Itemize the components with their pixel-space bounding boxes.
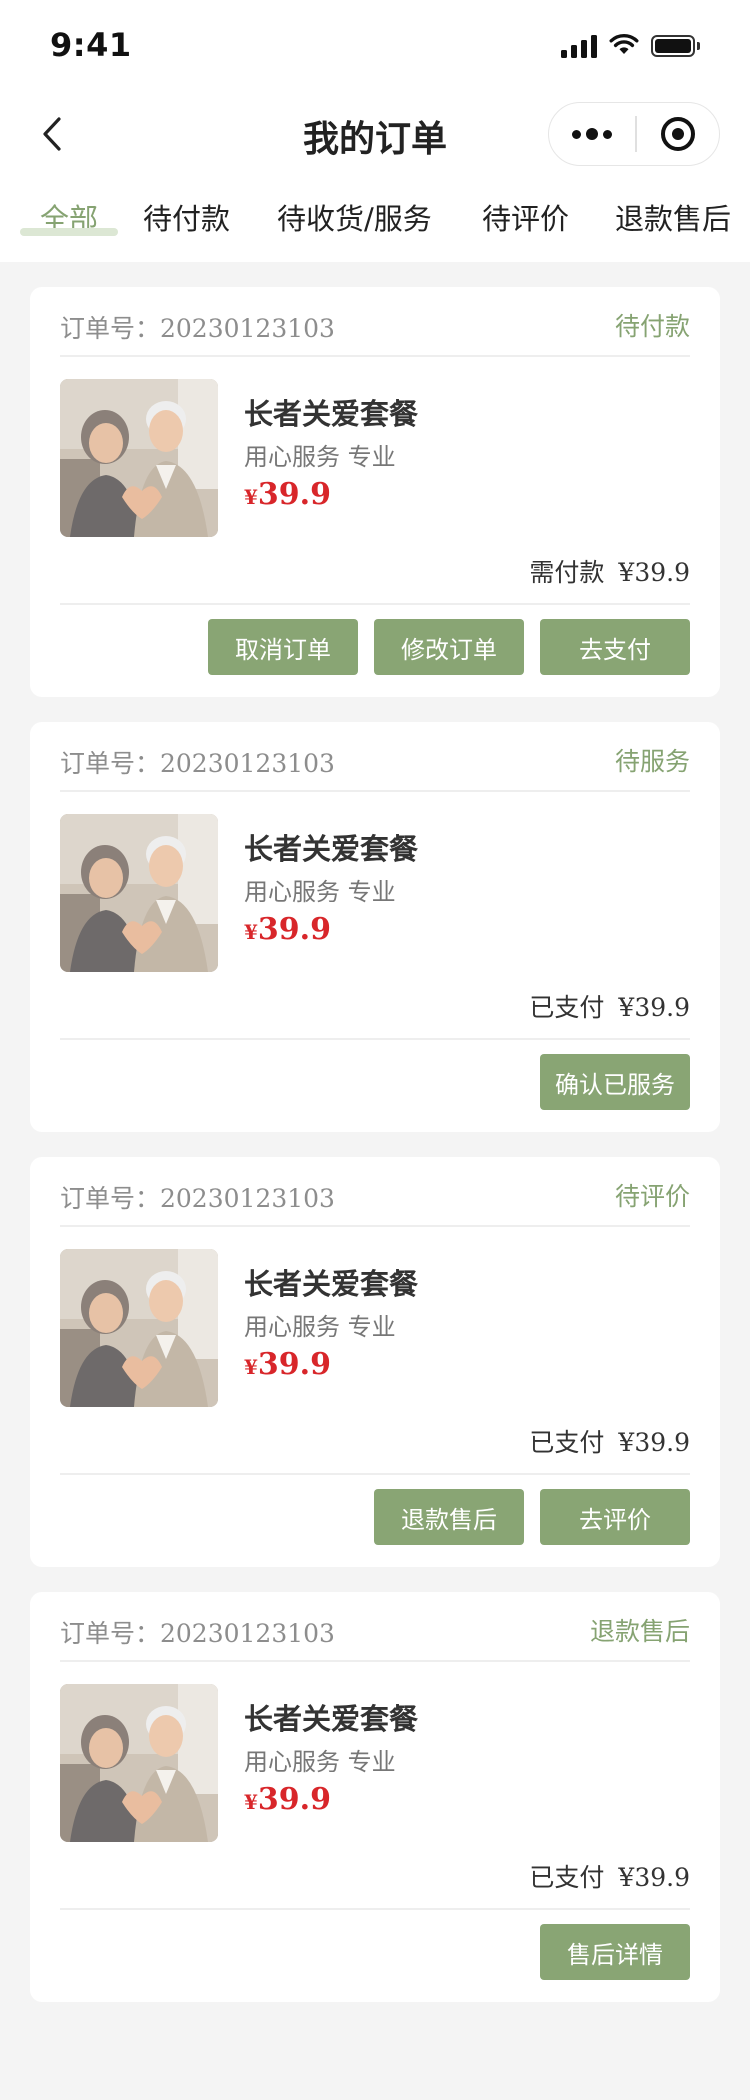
product-image[interactable] — [60, 814, 218, 972]
order-number: 订单号：20230123103 — [60, 749, 335, 778]
signal-icon — [561, 34, 597, 58]
product-name[interactable]: 长者关爱套餐 — [244, 826, 418, 868]
order-card[interactable]: 订单号：20230123103 待评价 长者关爱套餐 用心服务 专业 ¥39.9… — [30, 1157, 720, 1567]
battery-icon — [651, 35, 700, 57]
product-price: ¥39.9 — [244, 912, 331, 947]
product-description: 用心服务 专业 — [244, 443, 396, 471]
order-number: 订单号：20230123103 — [60, 1184, 335, 1213]
action-buttons: 取消订单 修改订单 去支付 — [208, 619, 690, 675]
tab-pending-delivery[interactable]: 待收货/服务 — [277, 196, 432, 238]
payment-summary: 已支付 ¥39.9 — [529, 988, 690, 1024]
order-action-button[interactable]: 售后详情 — [540, 1924, 690, 1980]
payment-summary: 已支付 ¥39.9 — [529, 1858, 690, 1894]
product-description: 用心服务 专业 — [244, 1313, 396, 1341]
product-price: ¥39.9 — [244, 477, 331, 512]
action-buttons: 售后详情 — [540, 1924, 690, 1980]
order-action-button[interactable]: 去支付 — [540, 619, 690, 675]
price-symbol: ¥ — [244, 485, 258, 509]
order-number: 订单号：20230123103 — [60, 1619, 335, 1648]
product-price: ¥39.9 — [244, 1782, 331, 1817]
order-card[interactable]: 订单号：20230123103 退款售后 长者关爱套餐 用心服务 专业 ¥39.… — [30, 1592, 720, 2002]
order-action-button[interactable]: 取消订单 — [208, 619, 358, 675]
card-divider — [60, 1038, 690, 1040]
payment-amount: ¥39.9 — [618, 993, 690, 1022]
order-card[interactable]: 订单号：20230123103 待服务 长者关爱套餐 用心服务 专业 ¥39.9… — [30, 722, 720, 1132]
payment-label: 需付款 — [529, 558, 605, 587]
wifi-icon — [609, 32, 639, 60]
tab-pending-review[interactable]: 待评价 — [482, 196, 569, 238]
payment-label: 已支付 — [529, 993, 605, 1022]
product-image[interactable] — [60, 1684, 218, 1842]
tab-pending-payment[interactable]: 待付款 — [143, 196, 230, 238]
close-target-icon[interactable] — [637, 117, 720, 151]
order-action-button[interactable]: 确认已服务 — [540, 1054, 690, 1110]
order-status: 退款售后 — [589, 1617, 690, 1646]
price-symbol: ¥ — [244, 1355, 258, 1379]
order-status: 待付款 — [614, 312, 690, 341]
card-divider — [60, 790, 690, 792]
card-divider — [60, 1660, 690, 1662]
payment-label: 已支付 — [529, 1428, 605, 1457]
product-price: ¥39.9 — [244, 1347, 331, 1382]
price-value: 39.9 — [257, 912, 331, 947]
order-status: 待评价 — [614, 1182, 690, 1211]
payment-summary: 已支付 ¥39.9 — [529, 1423, 690, 1459]
status-time: 9:41 — [50, 26, 132, 64]
status-icons — [561, 32, 700, 60]
price-symbol: ¥ — [244, 1790, 258, 1814]
order-action-button[interactable]: 修改订单 — [374, 619, 524, 675]
product-name[interactable]: 长者关爱套餐 — [244, 1696, 418, 1738]
header: 9:41 我的订单 全部 待付款 待收货/服务 待评价 退款售后 — [0, 0, 750, 262]
price-value: 39.9 — [257, 1347, 331, 1382]
payment-summary: 需付款 ¥39.9 — [529, 553, 690, 589]
price-value: 39.9 — [257, 1782, 331, 1817]
product-description: 用心服务 专业 — [244, 878, 396, 906]
active-tab-indicator — [20, 228, 118, 236]
payment-label: 已支付 — [529, 1863, 605, 1892]
order-action-button[interactable]: 去评价 — [540, 1489, 690, 1545]
order-number: 订单号：20230123103 — [60, 314, 335, 343]
more-icon[interactable] — [549, 103, 635, 165]
card-divider — [60, 355, 690, 357]
price-symbol: ¥ — [244, 920, 258, 944]
tab-refund[interactable]: 退款售后 — [615, 196, 731, 238]
order-card[interactable]: 订单号：20230123103 待付款 长者关爱套餐 用心服务 专业 ¥39.9… — [30, 287, 720, 697]
action-buttons: 退款售后 去评价 — [374, 1489, 690, 1545]
card-divider — [60, 1473, 690, 1475]
order-status: 待服务 — [614, 747, 690, 776]
action-buttons: 确认已服务 — [540, 1054, 690, 1110]
product-name[interactable]: 长者关爱套餐 — [244, 1261, 418, 1303]
card-divider — [60, 603, 690, 605]
price-value: 39.9 — [257, 477, 331, 512]
product-image[interactable] — [60, 1249, 218, 1407]
mini-program-capsule — [548, 102, 720, 166]
payment-amount: ¥39.9 — [618, 1428, 690, 1457]
payment-amount: ¥39.9 — [618, 1863, 690, 1892]
product-image[interactable] — [60, 379, 218, 537]
card-divider — [60, 1908, 690, 1910]
card-divider — [60, 1225, 690, 1227]
order-action-button[interactable]: 退款售后 — [374, 1489, 524, 1545]
product-description: 用心服务 专业 — [244, 1748, 396, 1776]
product-name[interactable]: 长者关爱套餐 — [244, 391, 418, 433]
payment-amount: ¥39.9 — [618, 558, 690, 587]
